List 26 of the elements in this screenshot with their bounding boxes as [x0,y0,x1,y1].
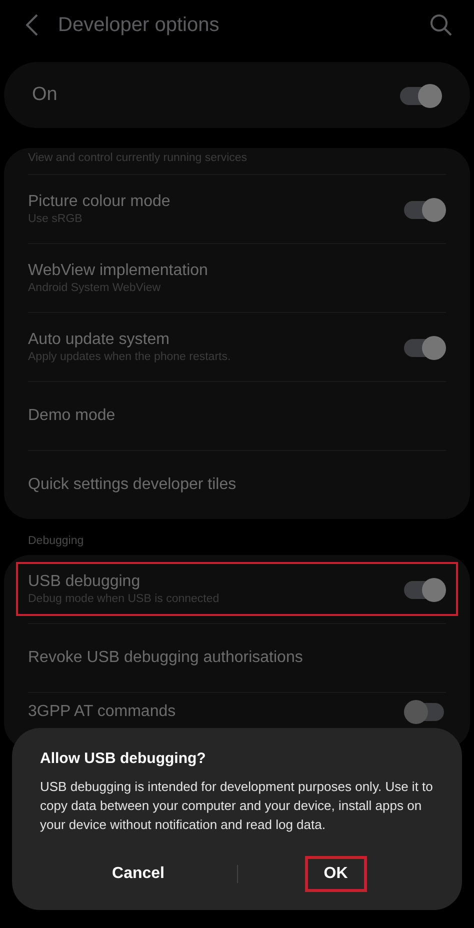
settings-row[interactable]: Demo mode [28,381,446,450]
setting-title: 3GPP AT commands [28,703,177,721]
master-switch-label: On [32,84,58,106]
section-heading: Debugging [28,535,85,547]
setting-title: Picture colour mode [28,193,172,211]
settings-row[interactable]: Revoke USB debugging authorisations [28,623,446,692]
setting-title: Revoke USB debugging authorisations [28,649,304,667]
search-icon[interactable] [430,14,452,36]
toggle-switch[interactable] [400,83,442,107]
toggle-switch[interactable] [404,335,446,359]
master-switch-bar[interactable]: On [4,62,470,128]
toggle-switch[interactable] [404,699,446,723]
setting-title: Demo mode [28,407,116,425]
dialog-message: USB debugging is intended for development purposes only. Use it to copy data between your computer and your device, install apps on your device without notification and read log data. [40,778,434,834]
setting-title: USB debugging [28,573,142,591]
setting-title: Quick settings developer tiles [28,476,238,494]
setting-title: WebView implementation [28,262,209,280]
setting-title: Auto update system [28,331,170,349]
dialog-button[interactable]: Cancel [98,859,178,889]
toggle-switch[interactable] [404,577,446,601]
dialog-title: Allow USB debugging? [40,750,207,767]
settings-row[interactable]: Quick settings developer tiles [28,450,446,519]
toggle-switch[interactable] [404,197,446,221]
screen-title: Developer options [58,14,220,36]
back-icon[interactable] [26,14,38,36]
dialog-button[interactable]: OK [308,859,364,889]
